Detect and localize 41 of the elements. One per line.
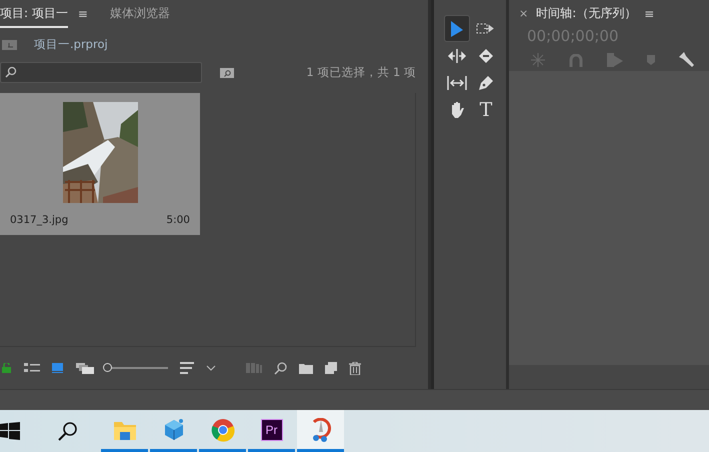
list-view-icon[interactable] [24,363,40,373]
freeform-view-icon[interactable] [76,362,94,374]
cube-icon [162,418,184,442]
folder-icon [114,420,136,440]
search-icon[interactable] [58,421,78,441]
tool-button[interactable]: T [473,96,499,123]
panel-tab[interactable]: 媒体浏览器 [110,3,170,28]
search-icon [5,66,17,78]
razor-blade-icon [478,48,494,64]
pen-icon [478,74,494,90]
icon-view-icon[interactable] [52,363,64,373]
bracket-arrows-icon [447,76,467,90]
selection-count: 1 项已选择，共 1 项 [306,64,416,80]
wrench-icon[interactable] [679,52,695,68]
panel-menu[interactable]: ≡ [644,6,654,20]
search-field[interactable] [0,62,202,82]
panel-title[interactable]: 时间轴:（无序列） [536,5,636,22]
lock-icon[interactable] [2,363,12,373]
project-path: 项目一.prproj [34,36,108,52]
browser-icon [210,418,234,442]
media-thumbnail-card[interactable]: 0317_3.jpg 5:00 [0,93,200,235]
marker-icon[interactable] [647,55,655,65]
panel-menu[interactable]: ≡ [78,6,88,20]
tool-button[interactable] [444,15,470,42]
split-arrows-icon [447,48,467,62]
arrow-pointer-icon [450,20,464,38]
taskbar-app[interactable]: Pr [248,410,295,452]
chevron-down-icon[interactable] [206,365,216,371]
folder-icon[interactable] [299,362,313,374]
dashed-box-arrow-icon [476,22,496,34]
trash-icon[interactable] [349,362,361,374]
new-item-icon[interactable] [325,362,337,374]
hand-icon [449,101,465,118]
panel-tab[interactable]: 项目: 项目一 [0,3,68,28]
sort-icon[interactable] [180,362,194,374]
windows-start-icon[interactable] [0,422,20,440]
find-icon[interactable] [220,66,234,78]
file-name: 0317_3.jpg [10,214,68,226]
taskbar-app[interactable] [297,410,344,452]
close-button[interactable]: × [519,7,528,20]
clip-duration: 5:00 [166,214,190,226]
